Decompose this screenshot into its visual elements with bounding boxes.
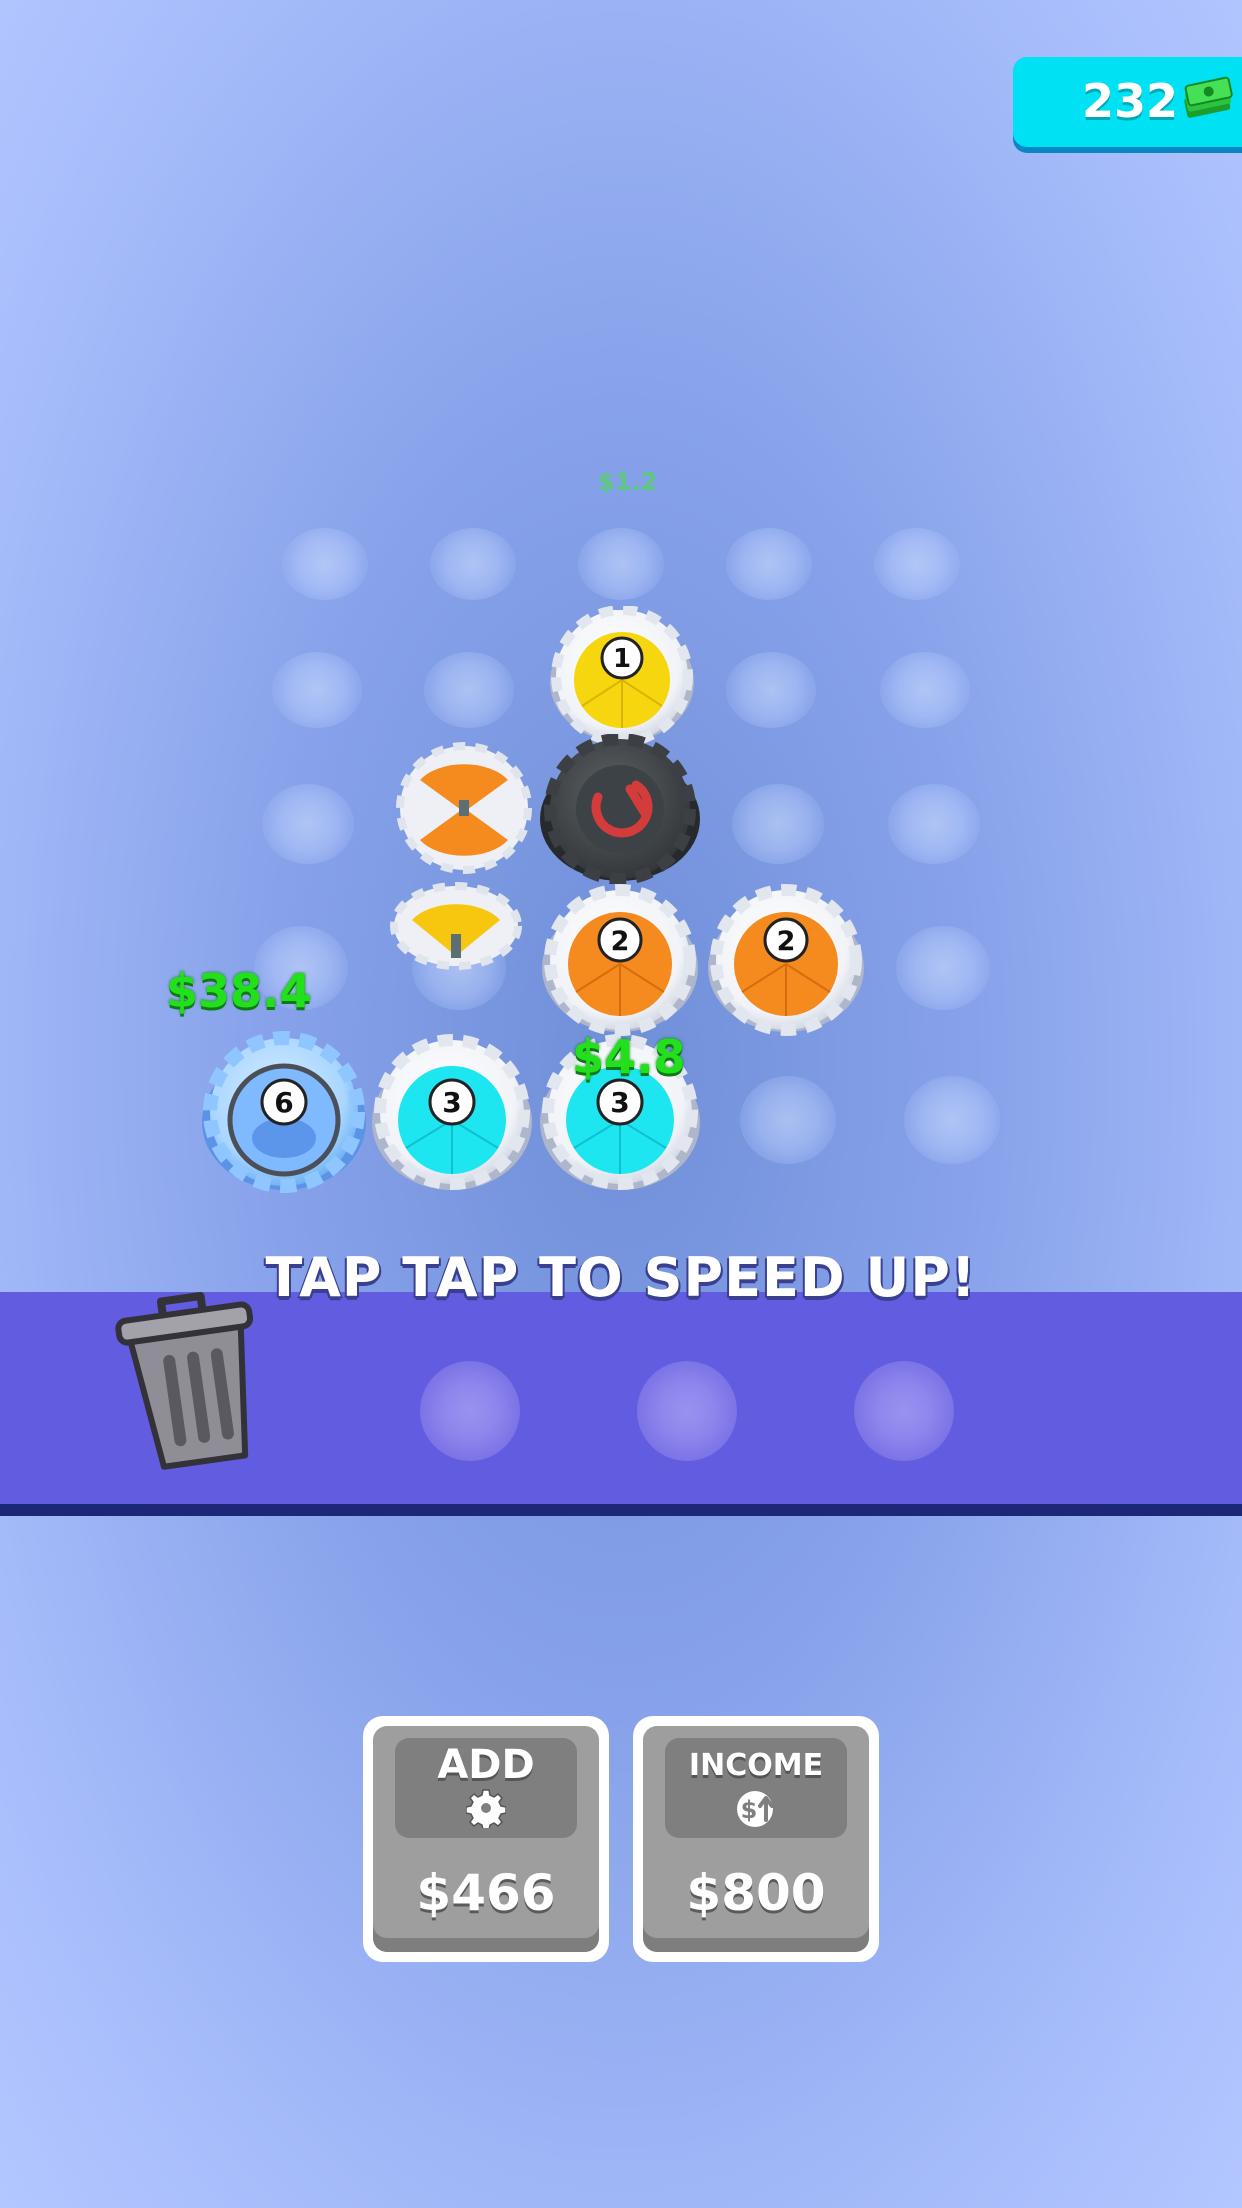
button-body: INCOME $ $800 — [643, 1726, 869, 1952]
board-slot[interactable] — [740, 1076, 836, 1164]
board-slot[interactable] — [732, 784, 824, 864]
gear-orange-half[interactable] — [396, 738, 532, 878]
tray-slot[interactable] — [420, 1361, 520, 1461]
motor-gear[interactable] — [534, 734, 706, 884]
income-popup: $1.2 — [598, 468, 658, 496]
gear-level-label: 6 — [274, 1086, 293, 1119]
dollar-up-icon: $ — [737, 1791, 774, 1827]
gear-level-label: 3 — [610, 1086, 629, 1119]
income-price: $800 — [686, 1864, 826, 1922]
money-value: 232 — [1082, 74, 1179, 128]
board-slot[interactable] — [904, 1076, 1000, 1164]
board-slot[interactable] — [888, 784, 980, 864]
button-header: INCOME $ — [665, 1738, 847, 1838]
board-slot[interactable] — [726, 652, 816, 728]
income-upgrade-button[interactable]: INCOME $ $800 — [633, 1716, 879, 1962]
board-slot[interactable] — [430, 528, 516, 600]
trash-can-icon[interactable] — [112, 1286, 272, 1472]
board-slot[interactable] — [578, 528, 664, 600]
button-header: ADD — [395, 1738, 577, 1838]
income-popup: $38.4 — [166, 964, 312, 1018]
board-slot[interactable] — [262, 784, 354, 864]
tray-slot[interactable] — [854, 1361, 954, 1461]
board-slot[interactable] — [874, 528, 960, 600]
gear-level-label: 3 — [442, 1086, 461, 1119]
board-slot[interactable] — [726, 528, 812, 600]
board-slot[interactable] — [424, 652, 514, 728]
gear-orange-level-2[interactable]: 2 — [536, 884, 704, 1036]
gear-level-label: 1 — [613, 644, 631, 674]
board-slot[interactable] — [880, 652, 970, 728]
board-slot[interactable] — [272, 652, 362, 728]
gear-blue-level-6[interactable]: 6 — [196, 1030, 372, 1194]
gear-cyan-level-3[interactable]: 3 — [366, 1030, 538, 1194]
cash-stack-icon — [1184, 76, 1233, 118]
gear-level-label: 2 — [777, 926, 796, 957]
income-popup: $4.8 — [572, 1030, 686, 1084]
income-label: INCOME — [688, 1748, 824, 1783]
gear-orange-level-2[interactable]: 2 — [702, 884, 870, 1036]
add-price: $466 — [416, 1864, 556, 1922]
gear-yellow-half[interactable] — [390, 880, 522, 980]
gear-icon — [466, 1789, 506, 1828]
add-gear-button[interactable]: ADD $466 — [363, 1716, 609, 1962]
add-label: ADD — [437, 1742, 535, 1788]
gear-yellow-level-1[interactable]: 1 — [544, 606, 700, 746]
svg-text:$: $ — [741, 1796, 758, 1824]
gear-level-label: 2 — [611, 926, 630, 957]
board-slot[interactable] — [896, 926, 990, 1010]
button-body: ADD $466 — [373, 1726, 599, 1952]
board-slot[interactable] — [282, 528, 368, 600]
tray-slot[interactable] — [637, 1361, 737, 1461]
